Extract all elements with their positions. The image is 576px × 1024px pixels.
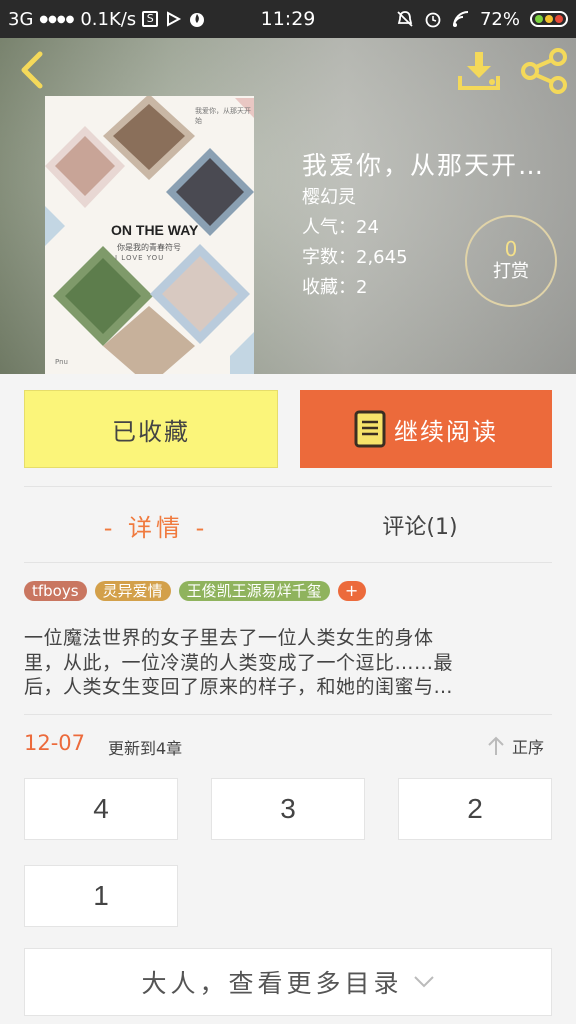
tab-detail[interactable]: - 详情 - (24, 490, 288, 560)
chapter-button[interactable]: 3 (211, 778, 365, 840)
tag-item[interactable]: 灵异爱情 (94, 581, 171, 601)
collected-button[interactable]: 已收藏 (24, 390, 278, 468)
play-icon (167, 11, 182, 27)
arrow-up-icon (488, 736, 504, 755)
tip-count: 0 (504, 237, 518, 261)
book-title: 我爱你，从那天开… (302, 151, 546, 180)
sort-order-button[interactable]: 正序 (486, 734, 544, 758)
summary-line: 里，从此，一位冷漠的人类变成了一个逗比……最 (24, 651, 454, 674)
divider (24, 486, 552, 487)
chevron-left-icon[interactable] (14, 50, 50, 90)
chapter-button[interactable]: 1 (24, 865, 178, 927)
collected-label: 已收藏 (112, 417, 190, 446)
more-chapters-label: 大人，查看更多目录 (141, 969, 403, 998)
book-favorites: 收藏：2 (302, 277, 368, 298)
update-text: 更新到4章 (108, 739, 183, 758)
chevron-down-icon (413, 976, 434, 988)
tip-button[interactable]: 0 打赏 (465, 215, 557, 307)
sort-order-label: 正序 (512, 738, 545, 757)
chapter-button[interactable]: 4 (24, 778, 178, 840)
cover-title: ON THE WAY (111, 222, 199, 238)
signal-dots: ●●●● (39, 13, 75, 25)
cover-love-text: I LOVE YOU (115, 254, 165, 262)
continue-reading-label: 继续阅读 (394, 417, 498, 446)
more-chapters-button[interactable]: 大人，查看更多目录 (24, 948, 552, 1016)
book-author[interactable]: 樱幻灵 (302, 183, 356, 209)
cover-signature: Pnu (55, 358, 68, 366)
tab-comment[interactable]: 评论(1) (288, 490, 552, 560)
add-tag-button[interactable]: + (337, 581, 366, 601)
book-header: 我爱你，从那天开始 ON THE WAY 你是我的青春符号 I LOVE YOU… (0, 38, 576, 374)
download-icon[interactable] (456, 50, 502, 92)
book-icon (354, 410, 386, 448)
continue-reading-button[interactable]: 继续阅读 (300, 390, 552, 468)
book-word-count: 字数：2,645 (302, 247, 408, 268)
cover-corner-note: 我爱你，从那天开始 (195, 107, 251, 125)
cover-subtitle: 你是我的青春符号 (117, 243, 181, 252)
update-date: 12-07 (24, 731, 86, 755)
divider (24, 714, 552, 715)
net-speed: 0.1K/s (80, 8, 137, 30)
alarm-icon (425, 12, 441, 28)
tag-list: tfboys 灵异爱情 王俊凯王源易烊千玺 + (24, 581, 366, 601)
share-icon[interactable] (520, 48, 568, 94)
book-cover[interactable]: 我爱你，从那天开始 ON THE WAY 你是我的青春符号 I LOVE YOU… (45, 96, 254, 374)
summary-line: 后，人类女生变回了原来的样子，和她的闺蜜与… (24, 676, 454, 698)
divider (24, 562, 552, 563)
chapter-button[interactable]: 2 (398, 778, 552, 840)
status-bar: 3G ●●●● 0.1K/s S 11:29 72% (0, 0, 576, 38)
battery-icon (530, 11, 568, 27)
mute-icon (397, 11, 413, 27)
battery-percent: 72% (479, 8, 520, 30)
tip-label: 打赏 (493, 261, 529, 282)
tag-item[interactable]: tfboys (24, 581, 87, 601)
book-popularity: 人气：24 (302, 217, 379, 238)
tag-item[interactable]: 王俊凯王源易烊千玺 (178, 581, 330, 601)
network-type: 3G (8, 8, 34, 30)
book-summary[interactable]: 一位魔法世界的女子里去了一位人类女生的身体 里，从此，一位冷漠的人类变成了一个逗… (24, 626, 554, 700)
summary-line: 一位魔法世界的女子里去了一位人类女生的身体 (24, 627, 434, 649)
s-app-icon: S (142, 11, 159, 27)
flame-icon (190, 13, 205, 27)
wifi-icon (452, 11, 469, 27)
